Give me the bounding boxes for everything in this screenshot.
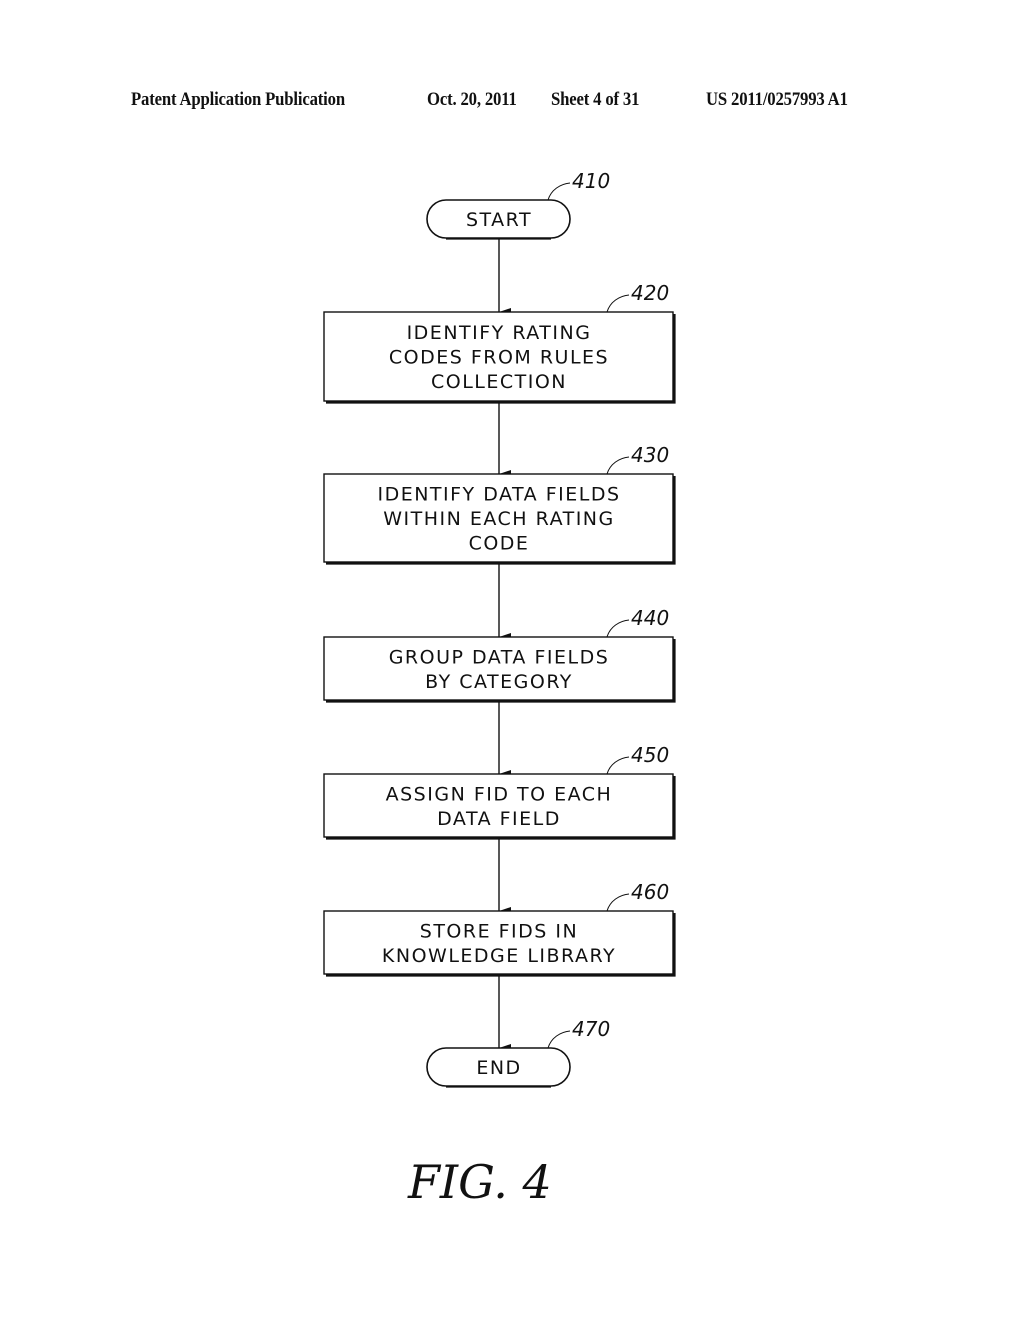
reference-numeral: 420	[631, 281, 669, 305]
node-label-line: CODE	[469, 533, 530, 555]
node-label-line: BY CATEGORY	[425, 671, 573, 693]
node-end: END 470	[426, 1017, 610, 1088]
node-label-line: CODES FROM RULES	[389, 347, 609, 369]
node-start: START 410	[426, 169, 610, 240]
node-label-line: ASSIGN FID TO EACH	[386, 783, 613, 805]
reference-leader-line	[547, 182, 571, 201]
reference-numeral: 410	[572, 169, 610, 193]
reference-numeral: 430	[631, 443, 669, 467]
reference-leader-line	[606, 619, 630, 638]
reference-numeral: 470	[572, 1017, 610, 1041]
figure-label: FIG. 4	[407, 1155, 552, 1209]
reference-leader-line	[606, 893, 630, 912]
node-label-line: WITHIN EACH RATING	[383, 508, 615, 530]
reference-numeral: 440	[631, 606, 669, 630]
node-label-line: COLLECTION	[431, 371, 567, 393]
node-label-line: IDENTIFY RATING	[407, 322, 592, 344]
reference-leader-line	[606, 756, 630, 775]
node-label-line: GROUP DATA FIELDS	[389, 646, 610, 668]
node-label-line: STORE FIDS IN	[420, 920, 578, 942]
flowchart-diagram: START410IDENTIFY RATINGCODES FROM RULESC…	[323, 169, 676, 1209]
node-label-line: START	[466, 209, 532, 231]
reference-leader-line	[606, 294, 630, 313]
reference-numeral: 450	[631, 743, 669, 767]
node-label-line: DATA FIELD	[437, 808, 561, 830]
reference-leader-line	[606, 456, 630, 475]
node-label-line: IDENTIFY DATA FIELDS	[377, 484, 620, 506]
node-label-line: KNOWLEDGE LIBRARY	[382, 945, 616, 967]
reference-leader-line	[547, 1030, 571, 1049]
node-label-line: END	[476, 1057, 521, 1079]
reference-numeral: 460	[631, 880, 669, 904]
